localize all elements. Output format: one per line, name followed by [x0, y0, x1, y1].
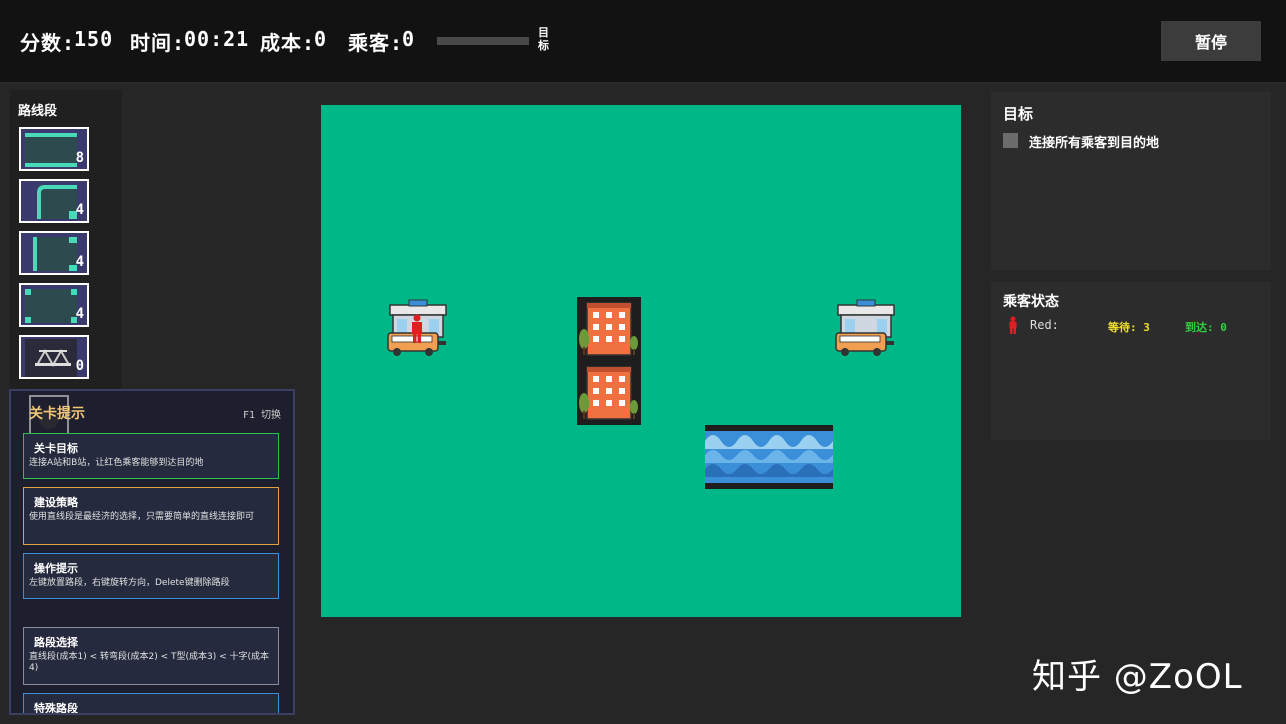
road-count-bridge: 0	[75, 358, 84, 374]
game-board[interactable]	[321, 105, 961, 617]
hint-card-title: 操作提示	[34, 562, 78, 575]
passenger-status-panel: 乘客状态 Red: 等待: 3 到达: 0	[991, 282, 1271, 440]
road-slot-straight[interactable]: 8	[19, 127, 89, 171]
level-hints-panel: 关卡提示 F1 切换 关卡目标 连接A站和B站，让红色乘客能够到达目的地 建设策…	[9, 389, 295, 715]
river-obstacle	[705, 425, 833, 489]
hint-card-road-choice: 路段选择 直线段(成本1) < 转弯段(成本2) < T型(成本3) < 十字(…	[23, 627, 279, 685]
objectives-title: 目标	[1003, 105, 1034, 123]
building-icon	[579, 366, 638, 420]
goal-progress-label: 目标	[538, 26, 549, 52]
hint-card-body: 左键放置路段，右键旋转方向，Delete键删除路段	[29, 578, 230, 588]
building-obstacle	[577, 297, 641, 361]
cross-road-icon	[25, 289, 77, 323]
red-passenger-icon	[1009, 316, 1017, 334]
pause-button[interactable]: 暂停	[1161, 21, 1261, 61]
hint-card-strategy: 建设策略 使用直线段是最经济的选择，只需要简单的直线连接即可	[23, 487, 279, 545]
hint-card-controls: 操作提示 左键放置路段，右键旋转方向，Delete键删除路段	[23, 553, 279, 599]
score-value: 150	[74, 27, 114, 51]
goal-progress-bar	[437, 37, 529, 45]
red-passenger-icon	[412, 314, 422, 343]
hint-card-title: 路段选择	[34, 636, 78, 649]
straight-road-icon	[25, 133, 77, 167]
cost-value: 0	[314, 27, 328, 51]
top-hud: 分数: 150 时间: 00:21 成本: 0 乘客: 0 目标 暂停	[0, 0, 1286, 84]
road-slot-t-junction[interactable]: 4	[19, 231, 89, 275]
road-palette-title: 路线段	[18, 104, 58, 119]
road-count-curve: 4	[75, 202, 84, 218]
hints-title: 关卡提示	[29, 406, 85, 422]
road-slot-bridge[interactable]: 0	[19, 335, 89, 379]
station-b[interactable]	[833, 297, 897, 361]
bus-station-icon	[835, 299, 895, 356]
road-count-straight: 8	[75, 150, 84, 166]
hint-card-special-roads: 特殊路段	[23, 693, 279, 715]
time-label: 时间:	[130, 31, 186, 55]
hint-card-goal: 关卡目标 连接A站和B站，让红色乘客能够到达目的地	[23, 433, 279, 479]
hint-card-body: 直线段(成本1) < 转弯段(成本2) < T型(成本3) < 十字(成本4)	[29, 652, 270, 673]
hint-card-title: 特殊路段	[34, 702, 78, 715]
hint-card-body: 连接A站和B站，让红色乘客能够到达目的地	[29, 458, 204, 468]
water-icon	[705, 431, 833, 483]
road-slot-curve[interactable]: 4	[19, 179, 89, 223]
bridge-icon	[25, 339, 77, 377]
hint-card-title: 关卡目标	[34, 442, 78, 455]
score-label: 分数:	[20, 31, 76, 55]
passenger-arrived: 到达: 0	[1185, 321, 1227, 334]
building-obstacle	[577, 361, 641, 425]
road-palette: 路线段 8 4 4 4 0	[10, 90, 122, 390]
cost-label: 成本:	[260, 31, 316, 55]
passenger-label: 乘客:	[348, 31, 404, 55]
road-count-cross: 4	[75, 306, 84, 322]
passenger-waiting: 等待: 3	[1108, 321, 1150, 334]
passenger-status-title: 乘客状态	[1003, 294, 1059, 310]
t-junction-road-icon	[33, 237, 77, 271]
building-icon	[579, 302, 638, 356]
curve-road-icon	[37, 185, 77, 219]
hint-card-body: 使用直线段是最经济的选择，只需要简单的直线连接即可	[29, 512, 255, 522]
passenger-value: 0	[402, 27, 416, 51]
passenger-name: Red:	[1030, 318, 1059, 332]
hint-card-title: 建设策略	[34, 496, 78, 509]
watermark: 知乎 @ZoOL	[1032, 657, 1243, 697]
time-value: 00:21	[184, 27, 250, 51]
road-slot-cross[interactable]: 4	[19, 283, 89, 327]
objective-text: 连接所有乘客到目的地	[1029, 136, 1160, 151]
road-count-t-junction: 4	[75, 254, 84, 270]
station-a[interactable]	[385, 297, 449, 361]
hints-toggle-key[interactable]: F1 切换	[243, 406, 281, 421]
objective-checkbox[interactable]	[1003, 133, 1018, 148]
objectives-panel: 目标 连接所有乘客到目的地	[991, 92, 1271, 270]
